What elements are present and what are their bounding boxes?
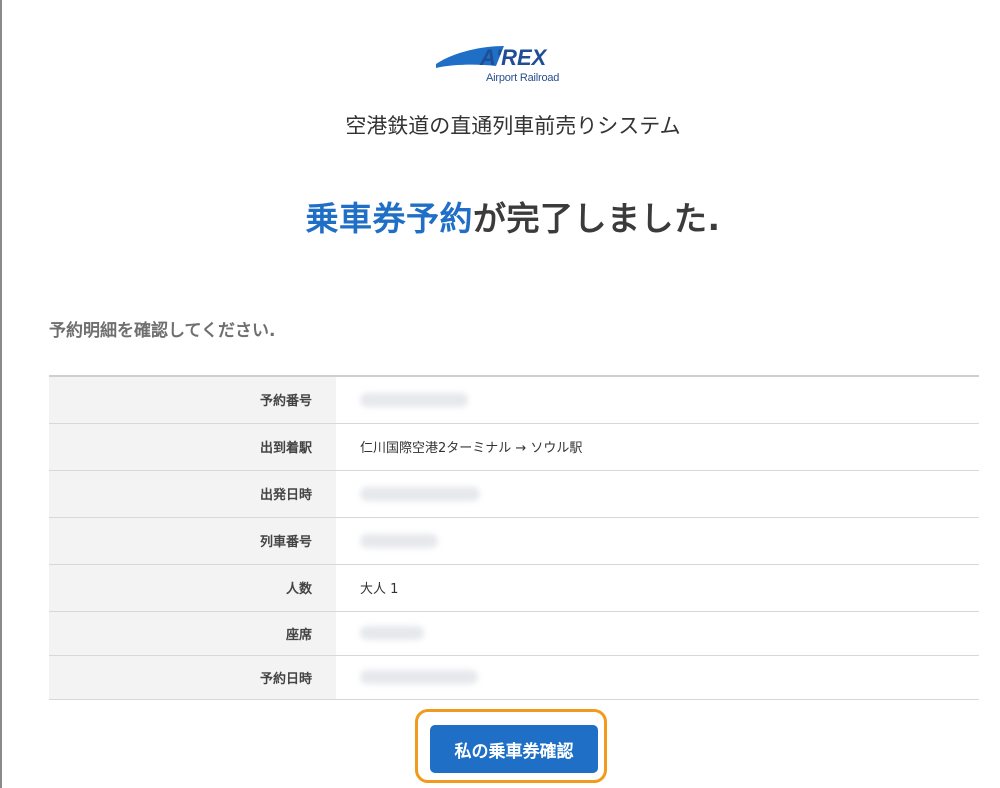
row-value (336, 376, 979, 424)
logo-subtitle: Airport Railroad (486, 72, 560, 84)
reservation-detail-table: 予約番号 出到着駅 仁川国際空港2ターミナル → ソウル駅 出発日時 列車番号 … (49, 375, 979, 700)
completion-highlight: 乗車券予約 (305, 199, 473, 238)
system-title: 空港鉄道の直通列車前売りシステム (345, 114, 681, 138)
table-row: 座席 (49, 611, 979, 656)
row-label: 列車番号 (49, 517, 336, 565)
completion-title: 乗車券予約が完了しました. (0, 192, 1000, 240)
row-label: 人数 (49, 564, 336, 612)
redacted-value (360, 670, 478, 684)
row-value (336, 470, 979, 518)
row-value: 大人 1 (336, 564, 979, 612)
row-label: 予約日時 (49, 655, 336, 700)
table-row: 出発日時 (49, 470, 979, 518)
row-label: 座席 (49, 611, 336, 656)
row-label: 出発日時 (49, 470, 336, 518)
row-label: 出到着駅 (49, 423, 336, 471)
row-label: 予約番号 (49, 376, 336, 424)
table-row: 予約日時 (49, 655, 979, 700)
table-row: 出到着駅 仁川国際空港2ターミナル → ソウル駅 (49, 423, 979, 471)
completion-rest: が完了しました. (472, 199, 721, 238)
redacted-value (360, 486, 480, 501)
my-ticket-button[interactable]: 私の乗車券確認 (430, 725, 598, 773)
row-value: 仁川国際空港2ターミナル → ソウル駅 (336, 423, 979, 471)
redacted-value (360, 533, 438, 548)
table-row: 人数 大人 1 (49, 564, 979, 612)
row-value (336, 655, 979, 700)
table-row: 列車番号 (49, 517, 979, 565)
instruction-text: 予約明細を確認してください. (49, 321, 276, 341)
table-row: 予約番号 (49, 376, 979, 424)
row-value (336, 517, 979, 565)
logo-text: A'REX (479, 45, 548, 70)
redacted-value (360, 392, 468, 407)
page: A'REX Airport Railroad 空港鉄道の直通列車前売りシステム … (0, 0, 1000, 788)
row-value (336, 611, 979, 656)
redacted-value (360, 626, 424, 640)
